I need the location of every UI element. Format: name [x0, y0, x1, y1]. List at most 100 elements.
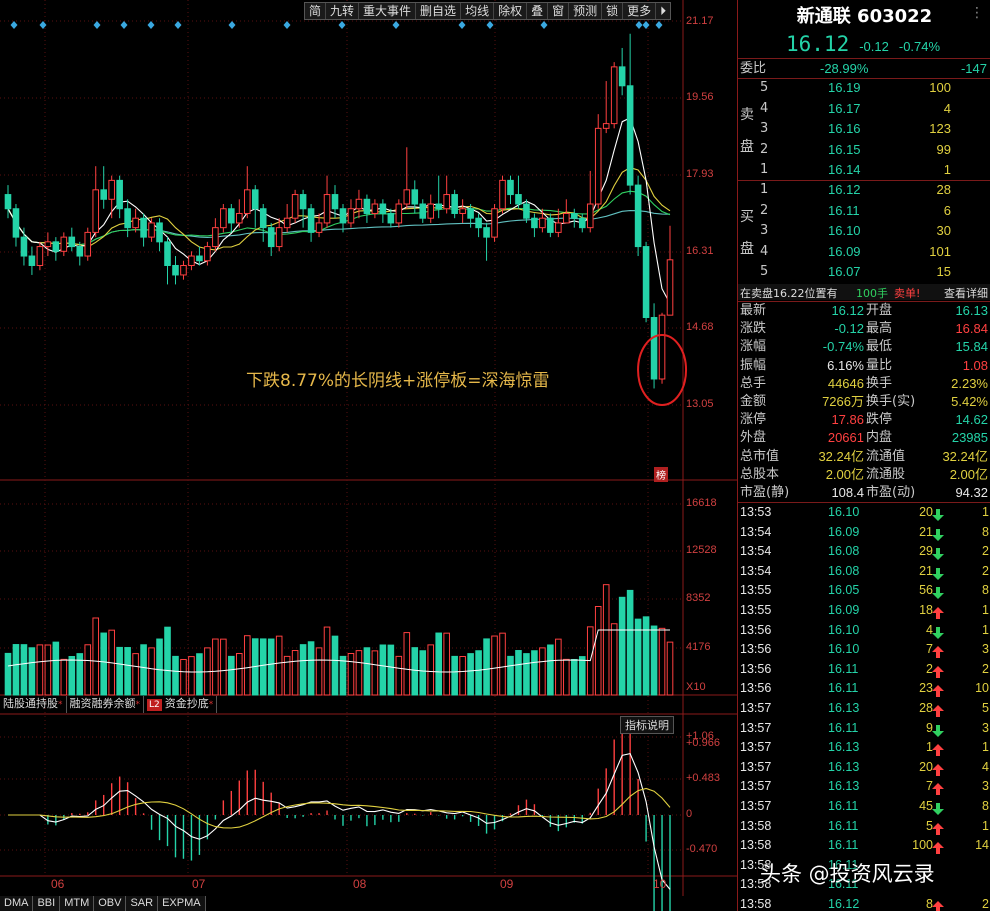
volume-tick-label: 8352 — [686, 592, 711, 604]
status-qty: 100手 — [856, 287, 888, 300]
indicator-tab[interactable]: MTM — [60, 896, 95, 911]
volume-bar — [395, 655, 403, 696]
indicator-tab-label: 融资融券余额 — [69, 697, 136, 710]
candle-body — [467, 208, 474, 219]
stat-value: 14.62 — [955, 412, 988, 428]
tick-row[interactable]: 13:54 16.08 29 2 — [738, 542, 990, 562]
volume-bar — [475, 650, 482, 696]
toolbar-button[interactable]: 九转 — [326, 3, 360, 19]
candle-body — [602, 123, 610, 129]
stat-label: 外盘 — [740, 430, 767, 446]
tick-row[interactable]: 13:55 16.05 56 8 — [738, 581, 990, 601]
view-detail-link[interactable]: 查看详细 — [944, 285, 988, 301]
tick-row[interactable]: 13:57 16.13 28 5 — [738, 699, 990, 719]
bid-level-row[interactable]: 1 16.12 28 — [738, 181, 990, 199]
tick-count: 1 — [982, 622, 989, 637]
ma5-line — [7, 117, 671, 304]
toolbar-button[interactable]: 简 — [305, 3, 327, 19]
stat-value: 2.00亿 — [825, 466, 864, 482]
bid-level-row[interactable]: 3 16.10 30 — [738, 222, 990, 240]
candle-body — [148, 222, 155, 238]
indicator-tab[interactable]: 融资融券余额* — [67, 696, 144, 713]
tick-count: 3 — [982, 720, 989, 735]
level-price: 16.11 — [828, 202, 860, 218]
settings-mark-icon: * — [58, 700, 63, 710]
candle-body — [52, 241, 60, 252]
volume-bar — [387, 644, 395, 696]
toolbar-button[interactable]: 除权 — [494, 3, 528, 19]
tick-row[interactable]: 13:54 16.09 21 8 — [738, 523, 990, 543]
tick-row[interactable]: 13:55 16.09 18 1 — [738, 601, 990, 621]
toolbar-button[interactable]: ⏵ — [656, 3, 670, 19]
more-icon[interactable]: ⋮ — [970, 4, 984, 21]
kline-chart-area[interactable]: 简九转 重大事件 删自选 均线 除权叠窗预测锁更多 ⏵ 21.17 19.56 17.93 16… — [0, 0, 737, 911]
tick-row[interactable]: 13:58 16.12 8 2 — [738, 895, 990, 911]
ask-level-row[interactable]: 3 16.16 123 — [738, 120, 990, 138]
toolbar-button[interactable]: 更多 — [623, 3, 657, 19]
level-number: 2 — [760, 141, 769, 157]
ask-level-row[interactable]: 1 16.14 1 — [738, 161, 990, 179]
candle-body — [323, 194, 331, 224]
indicator-tab[interactable]: SAR — [126, 896, 159, 911]
indicator-help-button[interactable]: 指标说明 — [620, 716, 674, 734]
bid-level-row[interactable]: 4 16.09 101 — [738, 243, 990, 261]
tick-row[interactable]: 13:57 16.13 7 3 — [738, 777, 990, 797]
volume-bar — [220, 638, 227, 696]
level-price: 16.16 — [828, 121, 861, 136]
tick-count: 8 — [982, 799, 989, 813]
indicator-tab[interactable]: EXPMA — [158, 896, 206, 911]
candle-body — [4, 194, 12, 210]
indicator-tab[interactable]: BBI — [33, 896, 61, 911]
volume-bar — [658, 627, 666, 696]
toolbar-button[interactable]: 均线 — [461, 3, 495, 19]
indicator-tab[interactable]: OBV — [94, 896, 127, 911]
bid-level-row[interactable]: 2 16.11 6 — [738, 202, 990, 220]
candle-body — [164, 241, 171, 266]
webi-row: 委比 -28.99% -147 — [738, 60, 990, 78]
candle-body — [188, 255, 195, 266]
tick-row[interactable]: 13:53 16.10 20 1 — [738, 503, 990, 523]
indicator-tab[interactable]: 陆股通持股* — [0, 696, 67, 713]
toolbar-button[interactable]: 锁 — [602, 3, 624, 19]
toolbar-button[interactable]: 窗 — [548, 3, 570, 19]
stat-row: 金额 7266万 换手(实) 5.42% — [738, 393, 990, 411]
tick-row[interactable]: 13:57 16.13 1 1 — [738, 738, 990, 758]
tick-row[interactable]: 13:54 16.08 21 2 — [738, 562, 990, 582]
tick-row[interactable]: 13:56 16.11 2 2 — [738, 660, 990, 680]
ask-level-row[interactable]: 5 16.19 100 — [738, 79, 990, 97]
ask-level-row[interactable]: 4 16.17 4 — [738, 100, 990, 118]
indicator-tab[interactable]: DMA — [0, 896, 34, 911]
level-price: 16.10 — [828, 223, 861, 238]
tick-time: 13:55 — [740, 603, 772, 617]
tick-row[interactable]: 13:56 16.11 23 10 — [738, 679, 990, 699]
candle-body — [475, 217, 482, 229]
volume-bar — [626, 589, 634, 696]
tick-row[interactable]: 13:58 16.11 5 1 — [738, 817, 990, 837]
tick-row[interactable]: 13:56 16.10 4 1 — [738, 621, 990, 641]
price-change-pct: -0.74% — [898, 39, 941, 54]
indicator-tab[interactable]: L2 资金抄底* — [144, 696, 218, 713]
event-diamond-icon — [283, 21, 291, 29]
volume-bar — [299, 644, 307, 696]
volume-bar — [459, 655, 466, 696]
toolbar-button[interactable]: 删自选 — [416, 3, 462, 19]
toolbar-button[interactable]: 叠 — [527, 3, 549, 19]
stat-row: 涨幅 -0.74% 最低 15.84 — [738, 338, 990, 356]
toolbar-button[interactable]: 预测 — [569, 3, 603, 19]
stat-label: 金额 — [740, 394, 767, 409]
bang-badge[interactable]: 榜 — [654, 467, 668, 482]
stat-value: 1.08 — [962, 357, 988, 373]
tick-row[interactable]: 13:58 16.11 100 14 — [738, 836, 990, 856]
level-number: 1 — [760, 162, 769, 177]
toolbar-button[interactable]: 重大事件 — [359, 3, 417, 19]
bid-level-row[interactable]: 5 16.07 15 — [738, 263, 990, 281]
tick-row[interactable]: 13:57 16.11 45 8 — [738, 797, 990, 817]
tick-row[interactable]: 13:57 16.13 20 4 — [738, 758, 990, 778]
tick-row[interactable]: 13:56 16.10 7 3 — [738, 640, 990, 660]
ask-level-row[interactable]: 2 16.15 99 — [738, 141, 990, 159]
tick-row[interactable]: 13:57 16.11 9 3 — [738, 719, 990, 739]
level-volume: 15 — [936, 264, 951, 279]
kline-svg[interactable] — [0, 0, 737, 911]
candle-body — [339, 208, 347, 224]
volume-unit: X10 — [686, 681, 706, 693]
